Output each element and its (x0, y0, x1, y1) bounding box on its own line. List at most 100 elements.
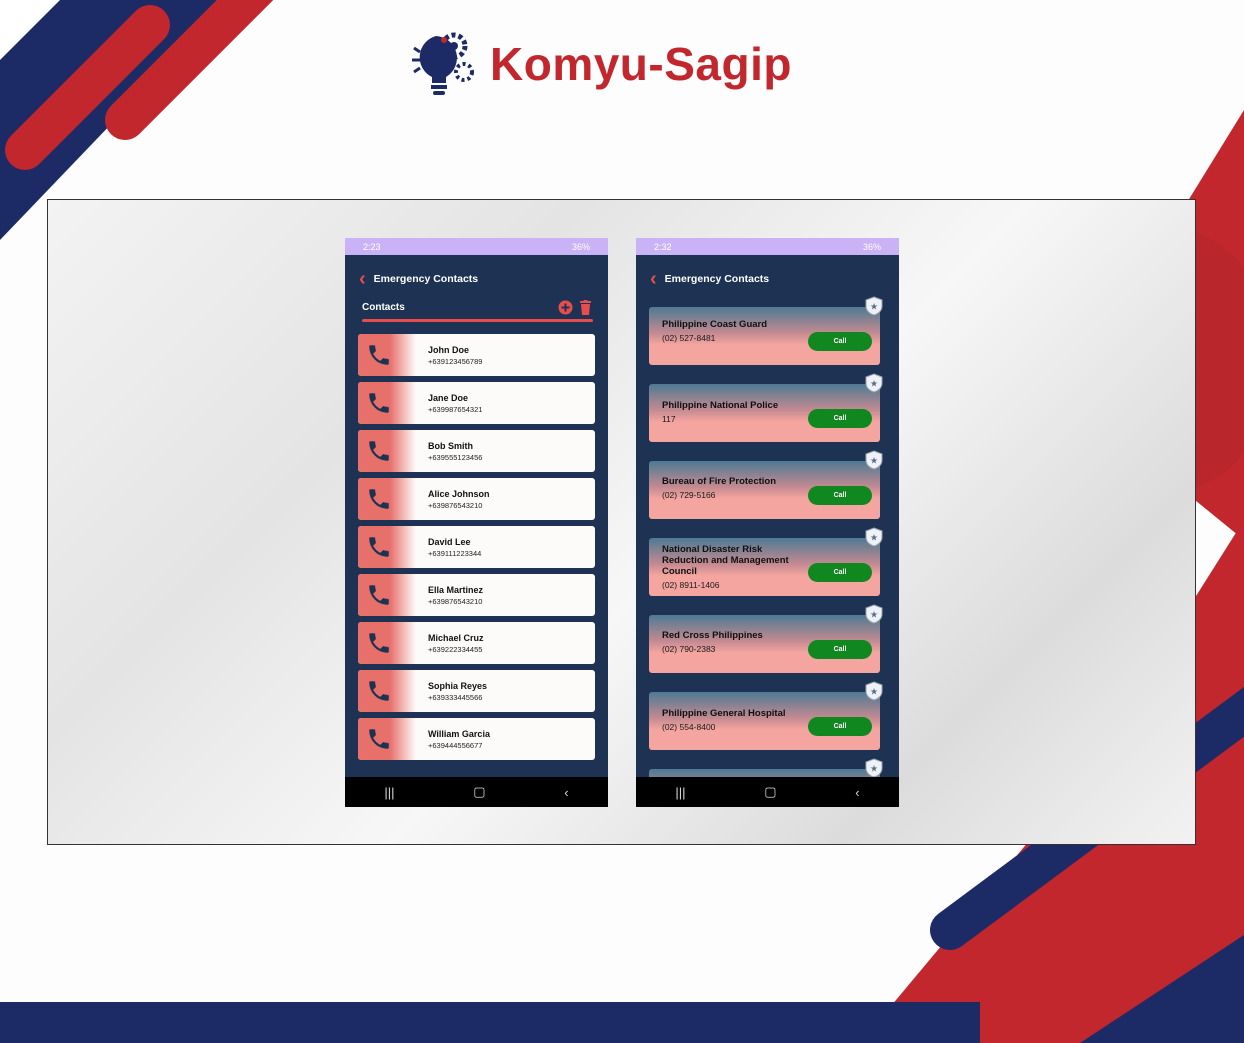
hotline-list: ★ Philippine Coast Guard (02) 527-8481 Ca… (636, 296, 899, 807)
app-bar: ‹ Emergency Contacts (345, 265, 608, 293)
contact-name: William Garcia (428, 728, 490, 739)
contact-row[interactable]: Michael Cruz +639222334455 (358, 622, 595, 664)
back-arrow-icon[interactable]: ‹ (359, 269, 366, 289)
call-button[interactable]: Call (808, 640, 872, 659)
contact-row[interactable]: John Doe +639123456789 (358, 334, 595, 376)
home-icon[interactable]: ▢ (473, 784, 485, 800)
brand-logo: Komyu-Sagip (406, 30, 792, 98)
hotline-card: ★ Bureau of Fire Protection (02) 729-5166… (649, 450, 883, 519)
contact-number: +639111223344 (428, 548, 482, 558)
status-bar: 2:23 36% (345, 238, 608, 255)
svg-text:★: ★ (870, 765, 878, 775)
phone-icon (369, 537, 389, 557)
badge-star-icon: ★ (865, 604, 883, 624)
home-icon[interactable]: ▢ (764, 784, 776, 800)
svg-text:★: ★ (870, 534, 878, 544)
call-button[interactable]: Call (808, 563, 872, 582)
recents-icon[interactable]: ||| (384, 785, 394, 800)
contact-number: +639876543210 (428, 596, 483, 606)
hotline-name: Philippine General Hospital (662, 708, 786, 719)
hotline-number: (02) 729-5166 (662, 490, 716, 500)
contact-name: Bob Smith (428, 440, 473, 451)
status-time: 2:23 (363, 241, 381, 252)
call-button[interactable]: Call (808, 332, 872, 351)
delete-icon[interactable] (579, 299, 592, 315)
svg-text:★: ★ (870, 688, 878, 698)
contact-row[interactable]: David Lee +639111223344 (358, 526, 595, 568)
tab-underline (362, 319, 593, 322)
showcase-frame: 2:23 36% ‹ Emergency Contacts Contacts J… (47, 199, 1196, 845)
status-battery: 36% (571, 241, 590, 252)
phone-icon (369, 345, 389, 365)
contact-number: +639222334455 (428, 644, 483, 654)
hotline-number: (02) 554-8400 (662, 722, 716, 732)
page-title: Emergency Contacts (664, 273, 770, 285)
contact-row[interactable]: William Garcia +639444556677 (358, 718, 595, 760)
contact-number: +639555123456 (428, 452, 483, 462)
hotline-name: Bureau of Fire Protection (662, 476, 777, 487)
add-contact-icon[interactable] (558, 300, 573, 315)
phone-icon (369, 585, 389, 605)
call-button[interactable]: Call (808, 486, 872, 505)
hotline-number: (02) 527-8481 (662, 333, 716, 343)
hotline-number: (02) 8911-1406 (662, 580, 720, 590)
contact-number: +639123456789 (428, 356, 483, 366)
status-bar: 2:32 36% (636, 238, 899, 255)
svg-text:★: ★ (870, 611, 878, 621)
back-nav-icon[interactable]: ‹ (564, 785, 568, 800)
hotline-name: Red Cross Philippines (662, 630, 763, 641)
phone-hotlines-screen: 2:32 36% ‹ Emergency Contacts ★ Philippi… (636, 238, 899, 807)
status-battery: 36% (862, 241, 881, 252)
svg-text:★: ★ (870, 303, 878, 313)
hotline-number: (02) 790-2383 (662, 644, 716, 654)
contacts-tab-label: Contacts (362, 301, 405, 313)
phone-icon (369, 489, 389, 509)
contact-name: John Doe (428, 344, 470, 355)
hotline-card: ★ Philippine National Police 117 Call (649, 373, 883, 442)
badge-star-icon: ★ (865, 527, 883, 547)
app-bar: ‹ Emergency Contacts (636, 265, 899, 293)
contact-row[interactable]: Jane Doe +639987654321 (358, 382, 595, 424)
contacts-header: Contacts (362, 297, 592, 317)
page-title: Emergency Contacts (373, 273, 479, 285)
contact-row[interactable]: Ella Martinez +639876543210 (358, 574, 595, 616)
back-arrow-icon[interactable]: ‹ (650, 269, 657, 289)
hotline-card: ★ Philippine General Hospital (02) 554-84… (649, 681, 883, 750)
hotline-name: National Disaster Risk Reduction and Man… (662, 544, 789, 577)
call-button[interactable]: Call (808, 409, 872, 428)
hotline-number: 117 (662, 414, 676, 424)
contact-number: +639876543210 (428, 500, 483, 510)
hotline-card: ★ Red Cross Philippines (02) 790-2383 Cal… (649, 604, 883, 673)
svg-text:★: ★ (870, 380, 878, 390)
system-nav-bar: ||| ▢ ‹ (345, 777, 608, 807)
contact-number: +639987654321 (428, 404, 483, 414)
phone-icon (369, 729, 389, 749)
contact-list: John Doe +639123456789 Jane Doe +639987654… (345, 334, 608, 760)
status-time: 2:32 (654, 241, 672, 252)
contact-name: Michael Cruz (428, 632, 484, 643)
contact-row[interactable]: Bob Smith +639555123456 (358, 430, 595, 472)
badge-star-icon: ★ (865, 758, 883, 778)
contact-row[interactable]: Sophia Reyes +639333445566 (358, 670, 595, 712)
call-button[interactable]: Call (808, 717, 872, 736)
contact-name: Sophia Reyes (428, 680, 488, 691)
phone-icon (369, 393, 389, 413)
back-nav-icon[interactable]: ‹ (855, 785, 859, 800)
contact-row[interactable]: Alice Johnson +639876543210 (358, 478, 595, 520)
phone-icon (369, 633, 389, 653)
contact-name: Ella Martinez (428, 584, 484, 595)
phone-icon (369, 681, 389, 701)
badge-star-icon: ★ (865, 296, 883, 316)
badge-star-icon: ★ (865, 373, 883, 393)
lightbulb-gears-icon (412, 32, 474, 95)
hotline-card: ★ Philippine Coast Guard (02) 527-8481 Ca… (649, 296, 883, 365)
badge-star-icon: ★ (865, 681, 883, 701)
svg-text:★: ★ (870, 457, 878, 467)
phone-contacts-screen: 2:23 36% ‹ Emergency Contacts Contacts J… (345, 238, 608, 807)
hotline-card: ★ National Disaster Risk Reduction and M… (649, 527, 883, 596)
hotline-name: Philippine Coast Guard (662, 319, 768, 330)
recents-icon[interactable]: ||| (675, 785, 685, 800)
system-nav-bar: ||| ▢ ‹ (636, 777, 899, 807)
contact-number: +639333445566 (428, 692, 483, 702)
contact-number: +639444556677 (428, 740, 483, 750)
